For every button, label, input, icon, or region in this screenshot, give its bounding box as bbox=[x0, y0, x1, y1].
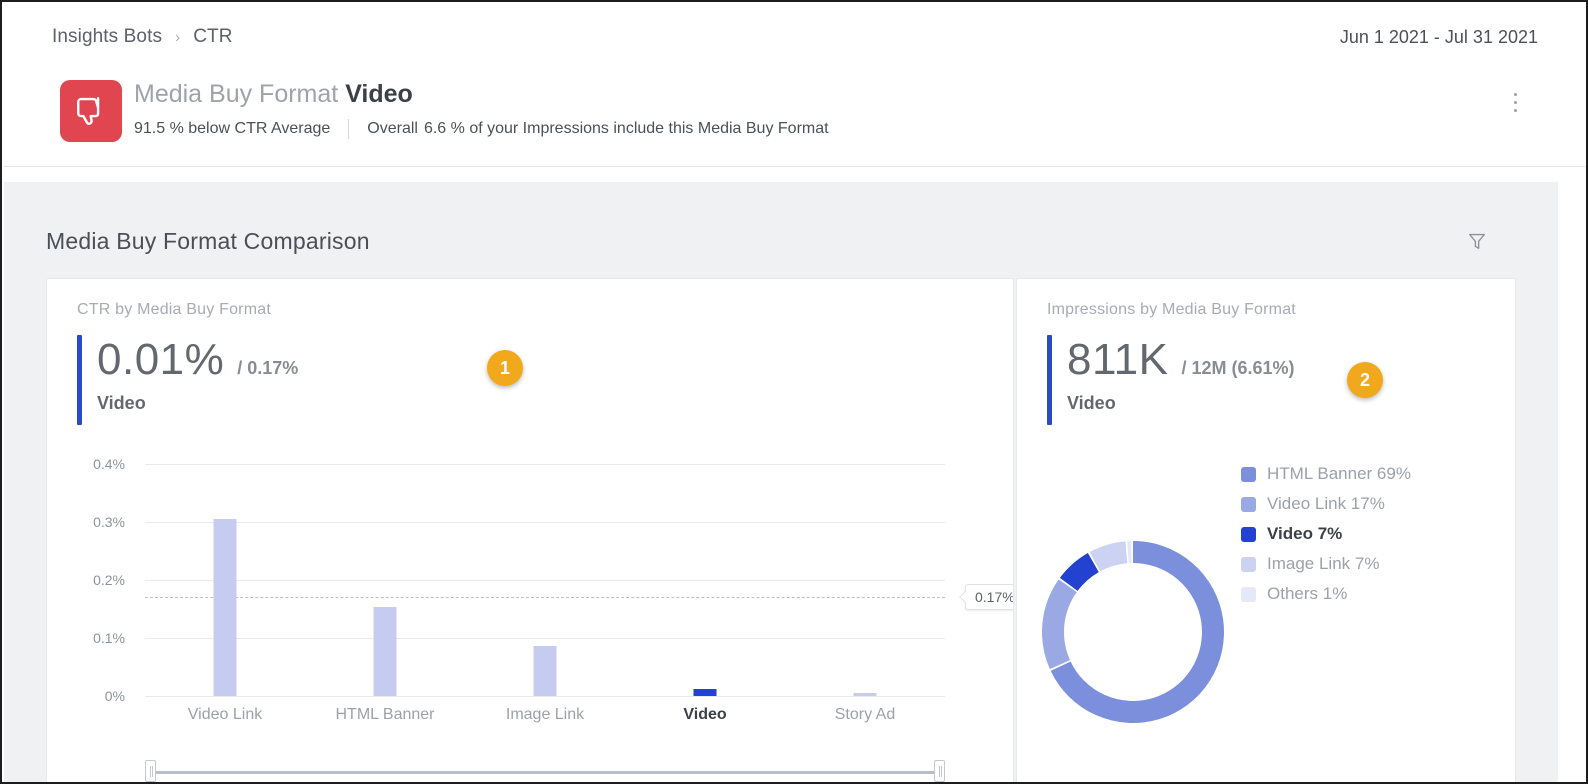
average-line-callout: 0.17% bbox=[965, 584, 1013, 611]
kebab-dot bbox=[1513, 100, 1517, 104]
insight-subtitle-primary: 91.5 % below CTR Average bbox=[134, 120, 331, 137]
grid-line bbox=[145, 696, 945, 697]
legend-label: HTML Banner 69% bbox=[1267, 464, 1411, 483]
insight-subtitle-secondary-value: 6.6 % of your Impressions include this M… bbox=[423, 120, 829, 137]
date-range-label[interactable]: Jun 1 2021 - Jul 31 2021 bbox=[1340, 27, 1538, 48]
average-line bbox=[145, 597, 945, 599]
x-axis-label-html-banner[interactable]: HTML Banner bbox=[336, 706, 435, 724]
donut-slice-video[interactable] bbox=[1059, 552, 1100, 592]
bar-video-link[interactable] bbox=[213, 519, 237, 696]
donut-slice-video-link[interactable] bbox=[1042, 579, 1077, 670]
insight-title: Media Buy Format Video bbox=[134, 80, 413, 109]
insight-subtitle: 91.5 % below CTR Average Overall 6.6 % o… bbox=[134, 119, 829, 139]
impressions-kpi: 811K / 12M (6.61%) Video bbox=[1047, 335, 1295, 425]
breadcrumb: Insights Bots › CTR bbox=[52, 26, 233, 48]
brush-fill bbox=[145, 771, 945, 774]
grid-line bbox=[145, 580, 945, 581]
legend-item-html-banner[interactable]: HTML Banner 69% bbox=[1241, 459, 1411, 489]
insight-title-prefix: Media Buy Format bbox=[134, 80, 339, 108]
ctr-kpi: 0.01% / 0.17% Video bbox=[77, 335, 299, 425]
legend-swatch-icon bbox=[1241, 586, 1256, 602]
x-axis-label-video-link[interactable]: Video Link bbox=[188, 706, 262, 724]
legend-label: Image Link 7% bbox=[1267, 554, 1380, 573]
left-card-label: CTR by Media Buy Format bbox=[77, 301, 271, 318]
legend-item-others[interactable]: Others 1% bbox=[1241, 579, 1411, 609]
bar-html-banner[interactable] bbox=[373, 607, 397, 696]
bar-story-ad[interactable] bbox=[853, 692, 877, 696]
right-card-label: Impressions by Media Buy Format bbox=[1047, 301, 1296, 318]
kpi-accent-bar bbox=[1047, 335, 1052, 425]
bar-image-link[interactable] bbox=[533, 646, 557, 696]
grid-line bbox=[145, 464, 945, 465]
kebab-dot bbox=[1513, 108, 1517, 112]
y-axis-tick: 0.3% bbox=[93, 514, 125, 530]
impressions-kpi-benchmark: / 12M (6.61%) bbox=[1181, 358, 1295, 378]
bar-video[interactable] bbox=[693, 689, 717, 696]
page-header: Insights Bots › CTR Jun 1 2021 - Jul 31 … bbox=[4, 4, 1586, 167]
grid-line bbox=[145, 522, 945, 523]
kebab-dot bbox=[1513, 92, 1517, 96]
legend-label: Video Link 17% bbox=[1267, 494, 1385, 513]
breadcrumb-chevron-icon: › bbox=[175, 28, 181, 46]
ctr-bar-chart: 0% 0.1% 0.2% 0.3% 0.4% Video Link HTML Banner… bbox=[47, 456, 1013, 782]
ctr-kpi-name: Video bbox=[97, 392, 146, 413]
step-badge-1[interactable]: 1 bbox=[487, 350, 523, 386]
legend-swatch-icon bbox=[1241, 466, 1256, 482]
y-axis-tick: 0.2% bbox=[93, 572, 125, 588]
chart-range-brush[interactable] bbox=[145, 760, 945, 782]
impressions-kpi-name: Video bbox=[1067, 392, 1116, 413]
subtitle-divider bbox=[348, 119, 350, 139]
y-axis-labels: 0% 0.1% 0.2% 0.3% 0.4% bbox=[67, 456, 125, 704]
impressions-comparison-card: Impressions by Media Buy Format 811K / 1… bbox=[1016, 278, 1516, 782]
step-badge-2[interactable]: 2 bbox=[1347, 362, 1383, 398]
legend-label: Others 1% bbox=[1267, 584, 1348, 603]
breadcrumb-item-ctr[interactable]: CTR bbox=[193, 26, 232, 48]
legend-swatch-icon bbox=[1241, 556, 1256, 572]
insight-title-value: Video bbox=[345, 80, 413, 108]
brush-handle-right[interactable] bbox=[934, 760, 945, 782]
impressions-donut-chart bbox=[1035, 534, 1231, 730]
ctr-comparison-card: CTR by Media Buy Format 0.01% / 0.17% Vi… bbox=[46, 278, 1014, 782]
donut-slice-image-link[interactable] bbox=[1089, 541, 1128, 572]
x-axis-label-story-ad[interactable]: Story Ad bbox=[835, 706, 895, 724]
legend-item-video[interactable]: Video 7% bbox=[1241, 519, 1411, 549]
filter-funnel-icon[interactable] bbox=[1460, 224, 1494, 258]
thumbs-down-icon bbox=[60, 80, 122, 142]
legend-item-video-link[interactable]: Video Link 17% bbox=[1241, 489, 1411, 519]
legend-swatch-icon bbox=[1241, 496, 1256, 512]
y-axis-tick: 0.4% bbox=[93, 456, 125, 472]
y-axis-tick: 0.1% bbox=[93, 630, 125, 646]
impressions-kpi-value: 811K bbox=[1067, 335, 1169, 384]
kpi-accent-bar bbox=[77, 335, 82, 425]
section-title: Media Buy Format Comparison bbox=[46, 228, 370, 254]
y-axis-tick: 0% bbox=[104, 688, 125, 704]
kebab-menu-icon[interactable] bbox=[1506, 82, 1524, 122]
legend-item-image-link[interactable]: Image Link 7% bbox=[1241, 549, 1411, 579]
app-window: Insights Bots › CTR Jun 1 2021 - Jul 31 … bbox=[0, 0, 1588, 784]
ctr-kpi-benchmark: / 0.17% bbox=[237, 358, 299, 378]
breadcrumb-item-insights-bots[interactable]: Insights Bots bbox=[52, 26, 162, 48]
bar-chart-plot-area: Video Link HTML Banner Image Link Video Stor… bbox=[145, 464, 945, 723]
x-axis-label-video[interactable]: Video bbox=[683, 706, 726, 724]
brush-handle-left[interactable] bbox=[145, 760, 156, 782]
x-axis-label-image-link[interactable]: Image Link bbox=[506, 706, 584, 724]
legend-swatch-icon bbox=[1241, 526, 1256, 542]
donut-legend: HTML Banner 69% Video Link 17% Video 7% Ima… bbox=[1241, 459, 1411, 609]
ctr-kpi-value: 0.01% bbox=[97, 335, 225, 384]
insight-subtitle-secondary-label: Overall bbox=[367, 120, 418, 137]
comparison-section: Media Buy Format Comparison CTR by Media… bbox=[4, 182, 1558, 782]
grid-line bbox=[145, 638, 945, 639]
legend-label: Video 7% bbox=[1267, 524, 1343, 543]
